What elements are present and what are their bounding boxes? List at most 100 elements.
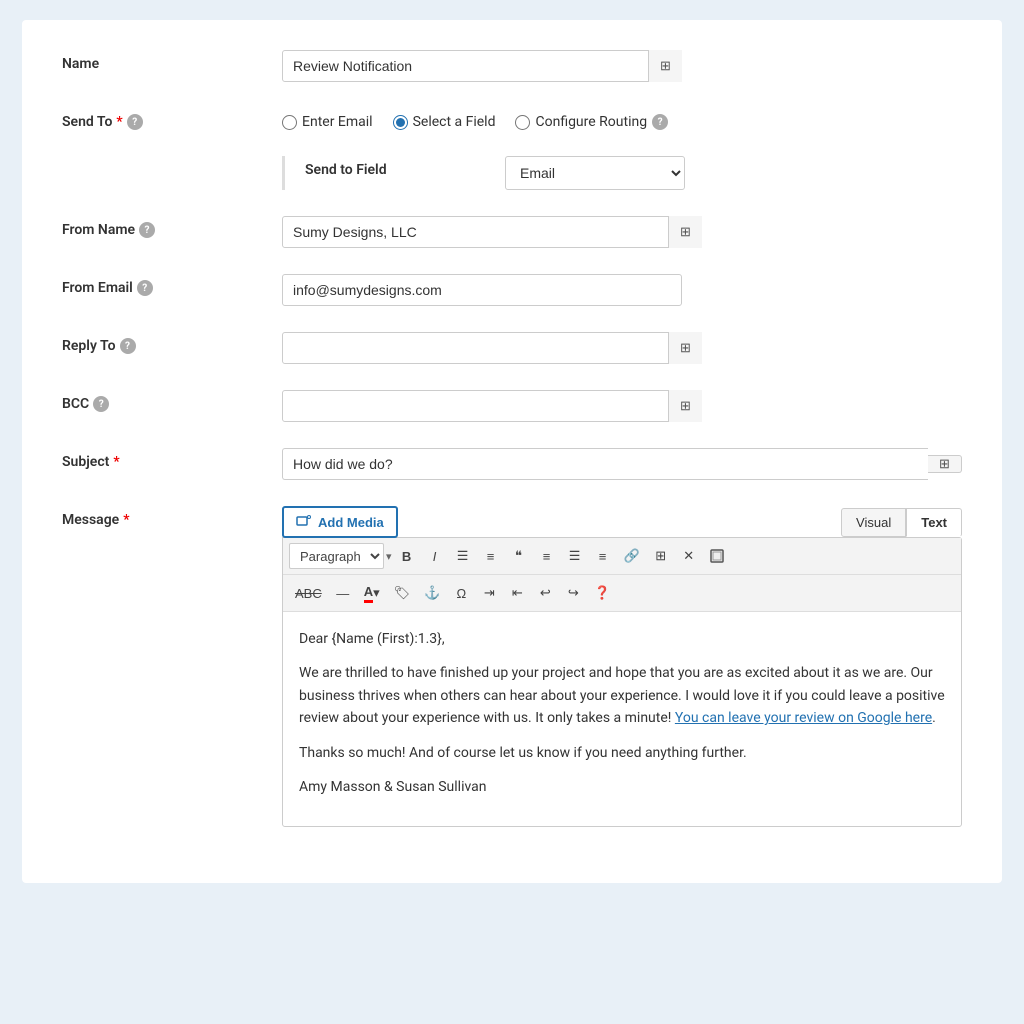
from-name-input[interactable]: [282, 216, 702, 248]
align-center-btn[interactable]: ☰: [562, 543, 588, 569]
editor-content[interactable]: Dear {Name (First):1.3}, We are thrilled…: [283, 612, 961, 826]
send-to-field-select[interactable]: Email: [505, 156, 685, 190]
italic-btn[interactable]: I: [422, 543, 448, 569]
editor-toolbar-row1: Paragraph ▾ B I ☰ ≡ ❝ ≡ ☰ ≡ 🔗 ⊞ ✕: [283, 538, 961, 575]
subject-input-row: ⊞: [282, 448, 962, 480]
name-field-icon-btn[interactable]: ⊞: [648, 50, 682, 82]
message-signature: Amy Masson & Susan Sullivan: [299, 776, 945, 798]
subject-grid-icon: ⊞: [939, 456, 950, 472]
message-greeting: Dear {Name (First):1.3},: [299, 628, 945, 650]
from-name-help-icon[interactable]: ?: [139, 222, 155, 238]
send-to-row: Send To * ? Enter Email Select a Field C…: [62, 108, 962, 130]
radio-select-field-input[interactable]: [393, 115, 408, 130]
radio-enter-email[interactable]: Enter Email: [282, 114, 373, 130]
name-label: Name: [62, 50, 282, 72]
message-row: Message * Add Media Visual Text: [62, 506, 962, 827]
message-thanks: Thanks so much! And of course let us kno…: [299, 742, 945, 764]
unordered-list-btn[interactable]: ☰: [450, 543, 476, 569]
undo-btn[interactable]: ↩: [532, 580, 558, 606]
add-media-icon: [296, 514, 312, 530]
blockquote-btn[interactable]: ❝: [506, 543, 532, 569]
send-to-field: Enter Email Select a Field Configure Rou…: [282, 108, 962, 130]
horizontal-rule-btn[interactable]: —: [330, 580, 356, 606]
align-right-btn[interactable]: ≡: [590, 543, 616, 569]
more-btn[interactable]: ✕: [676, 543, 702, 569]
bcc-input[interactable]: [282, 390, 702, 422]
indent-btn[interactable]: ⇥: [476, 580, 502, 606]
align-left-btn[interactable]: ≡: [534, 543, 560, 569]
from-email-row: From Email ?: [62, 274, 962, 306]
radio-enter-email-label: Enter Email: [302, 114, 373, 130]
custom-field-btn[interactable]: 🏷: [388, 580, 417, 606]
redo-btn[interactable]: ↪: [560, 580, 586, 606]
subject-row: Subject * ⊞: [62, 448, 962, 480]
paragraph-chevron-icon: ▾: [386, 550, 392, 563]
bcc-help-icon[interactable]: ?: [93, 396, 109, 412]
subject-field: ⊞: [282, 448, 962, 480]
from-name-row: From Name ? ⊞: [62, 216, 962, 248]
visual-tab[interactable]: Visual: [841, 508, 906, 537]
message-toolbar-top: Add Media Visual Text: [282, 506, 962, 538]
reply-to-row: Reply To ? ⊞: [62, 332, 962, 364]
radio-enter-email-input[interactable]: [282, 115, 297, 130]
editor-wrapper: Paragraph ▾ B I ☰ ≡ ❝ ≡ ☰ ≡ 🔗 ⊞ ✕: [282, 537, 962, 827]
from-email-help-icon[interactable]: ?: [137, 280, 153, 296]
help-btn[interactable]: ❓: [588, 580, 616, 606]
subject-input[interactable]: [282, 448, 928, 480]
review-link[interactable]: You can leave your review on Google here: [675, 710, 932, 726]
reply-to-input[interactable]: [282, 332, 702, 364]
radio-select-field[interactable]: Select a Field: [393, 114, 496, 130]
from-email-label: From Email ?: [62, 274, 282, 296]
bcc-label: BCC ?: [62, 390, 282, 412]
name-field: ⊞: [282, 50, 962, 82]
bold-btn[interactable]: B: [394, 543, 420, 569]
send-to-required: *: [116, 114, 122, 130]
paragraph-select[interactable]: Paragraph: [289, 543, 384, 569]
bcc-row: BCC ? ⊞: [62, 390, 962, 422]
fullscreen-btn[interactable]: [704, 543, 730, 569]
outdent-btn[interactable]: ⇤: [504, 580, 530, 606]
reply-to-field: ⊞: [282, 332, 962, 364]
special-char-btn[interactable]: Ω: [448, 580, 474, 606]
message-required: *: [123, 512, 129, 528]
anchor-btn[interactable]: ⚓: [418, 580, 446, 606]
subject-icon-btn[interactable]: ⊞: [928, 455, 962, 473]
table-btn[interactable]: ⊞: [648, 543, 674, 569]
view-tabs: Visual Text: [841, 508, 962, 537]
bcc-input-wrap: ⊞: [282, 390, 702, 422]
message-section: Add Media Visual Text Paragraph ▾ B I ☰: [282, 506, 962, 827]
link-btn[interactable]: 🔗: [618, 543, 646, 569]
ordered-list-btn[interactable]: ≡: [478, 543, 504, 569]
reply-to-grid-icon: ⊞: [680, 340, 691, 356]
add-media-button[interactable]: Add Media: [282, 506, 398, 538]
text-tab[interactable]: Text: [906, 508, 962, 537]
configure-routing-help-icon[interactable]: ?: [652, 114, 668, 130]
send-to-field-label: Send to Field: [305, 156, 505, 178]
send-to-help-icon[interactable]: ?: [127, 114, 143, 130]
radio-select-field-label: Select a Field: [413, 114, 496, 130]
text-color-btn[interactable]: A▾: [358, 580, 386, 606]
send-to-label: Send To * ?: [62, 108, 282, 130]
send-to-field-select-wrap: Email: [505, 156, 685, 190]
radio-configure-routing-input[interactable]: [515, 115, 530, 130]
subject-required: *: [113, 454, 119, 470]
radio-configure-routing[interactable]: Configure Routing ?: [515, 114, 668, 130]
message-label: Message *: [62, 506, 282, 528]
subject-input-wrap: [282, 448, 928, 480]
send-to-radio-group: Enter Email Select a Field Configure Rou…: [282, 108, 962, 130]
reply-to-help-icon[interactable]: ?: [120, 338, 136, 354]
from-email-input[interactable]: [282, 274, 682, 306]
bcc-icon-btn[interactable]: ⊞: [668, 390, 702, 422]
from-name-icon-btn[interactable]: ⊞: [668, 216, 702, 248]
form-container: Name ⊞ Send To * ? Enter Email: [22, 20, 1002, 883]
subject-label: Subject *: [62, 448, 282, 470]
reply-to-icon-btn[interactable]: ⊞: [668, 332, 702, 364]
name-input[interactable]: [282, 50, 682, 82]
from-name-grid-icon: ⊞: [680, 224, 691, 240]
from-email-field: [282, 274, 962, 306]
reply-to-input-wrap: ⊞: [282, 332, 702, 364]
from-name-field: ⊞: [282, 216, 962, 248]
strikethrough-btn[interactable]: ABC: [289, 580, 328, 606]
send-to-field-section: Send to Field Email: [282, 156, 962, 190]
editor-toolbar-row2: ABC — A▾ 🏷 ⚓ Ω ⇥ ⇤ ↩ ↪ ❓: [283, 575, 961, 612]
